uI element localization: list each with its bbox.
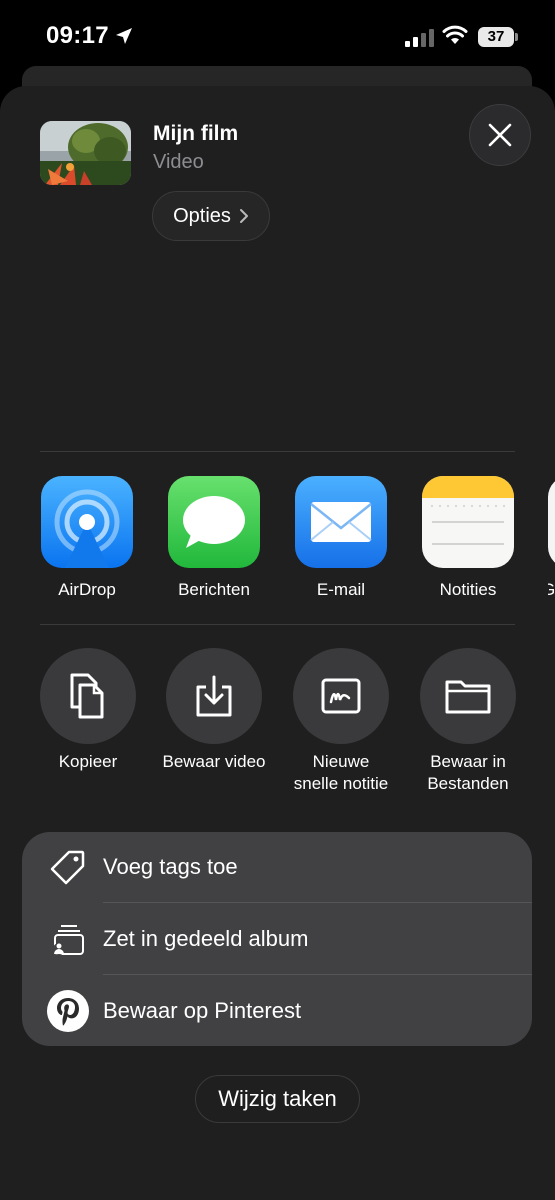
options-button[interactable]: Opties <box>152 191 270 241</box>
app-label: Notities <box>439 580 497 599</box>
close-icon <box>488 123 512 147</box>
app-notities[interactable]: Notities <box>422 476 514 599</box>
edit-actions-button[interactable]: Wijzig taken <box>195 1075 360 1123</box>
app-partial[interactable]: G <box>548 476 555 616</box>
list-item-tags[interactable]: Voeg tags toe <box>22 832 532 902</box>
app-label: AirDrop <box>58 580 116 599</box>
list-item-pinterest[interactable]: Bewaar op Pinterest <box>22 976 532 1046</box>
divider <box>40 624 515 625</box>
options-label: Opties <box>173 204 231 227</box>
notes-icon <box>422 476 514 568</box>
app-email[interactable]: E-mail <box>295 476 387 599</box>
partial-app-icon <box>548 476 555 568</box>
shared-album-icon <box>46 917 90 961</box>
edit-actions-label: Wijzig taken <box>218 1086 337 1111</box>
action-save-video[interactable]: Bewaar video <box>162 648 266 771</box>
battery-nub <box>515 33 518 41</box>
action-label-line1: Bewaar in <box>430 752 506 771</box>
video-thumbnail <box>40 121 131 185</box>
list-label: Zet in gedeeld album <box>103 926 309 951</box>
item-title: Mijn film <box>153 122 239 145</box>
item-subtitle: Video <box>153 151 204 173</box>
list-item-shared-album[interactable]: Zet in gedeeld album <box>22 904 532 974</box>
pinterest-icon <box>46 989 90 1033</box>
action-quick-note[interactable]: Nieuwe snelle notitie <box>293 648 389 793</box>
close-button[interactable] <box>469 104 531 166</box>
list-separator <box>103 902 532 903</box>
quick-note-icon <box>321 678 361 714</box>
divider <box>40 451 515 452</box>
save-video-icon <box>196 675 232 717</box>
app-label: E-mail <box>316 580 366 599</box>
signal-icon <box>405 29 434 47</box>
action-copy[interactable]: Kopieer <box>40 648 136 771</box>
actions-list: Voeg tags toe Zet in gedeeld album Bewaa… <box>22 832 532 1046</box>
mail-icon <box>295 476 387 568</box>
action-label-line2: Bestanden <box>427 774 509 793</box>
action-save-files[interactable]: Bewaar in Bestanden <box>420 648 516 793</box>
chevron-right-icon <box>239 209 248 223</box>
app-berichten[interactable]: Berichten <box>168 476 260 599</box>
app-airdrop[interactable]: AirDrop <box>41 476 133 599</box>
action-label-line2: snelle notitie <box>293 774 389 793</box>
status-bar: 09:17 37 <box>0 0 555 70</box>
list-separator <box>103 974 532 975</box>
app-label: G <box>548 580 555 599</box>
action-label: Bewaar in Bestanden <box>390 751 546 795</box>
copy-icon <box>70 673 104 719</box>
location-icon <box>116 28 132 44</box>
list-label: Bewaar op Pinterest <box>103 998 302 1023</box>
tag-icon <box>46 845 90 889</box>
app-label: Berichten <box>178 580 250 599</box>
status-time: 09:17 <box>46 22 109 49</box>
wifi-icon <box>442 25 468 44</box>
list-label: Voeg tags toe <box>103 854 238 879</box>
folder-icon <box>445 680 491 714</box>
messages-icon <box>168 476 260 568</box>
battery-level: 37 <box>487 28 505 45</box>
airdrop-icon <box>41 476 133 568</box>
action-label-line1: Nieuwe <box>312 752 370 771</box>
battery-icon: 37 <box>478 27 514 47</box>
